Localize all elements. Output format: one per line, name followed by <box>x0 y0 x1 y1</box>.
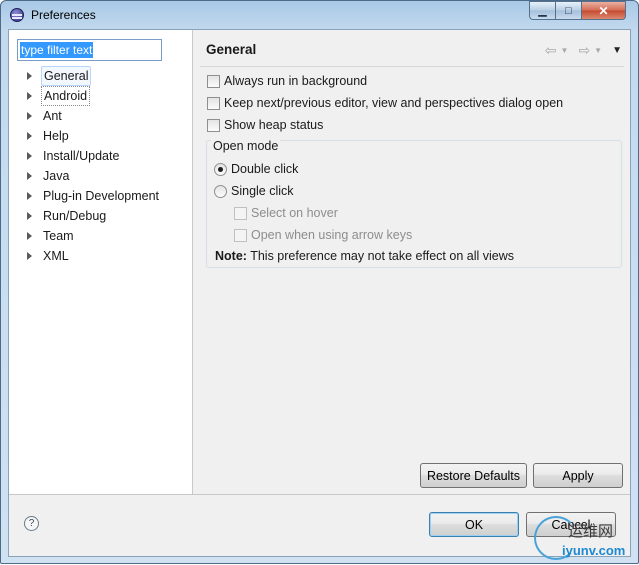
select-on-hover-checkbox[interactable] <box>234 206 247 220</box>
tree-item-run-debug[interactable]: Run/Debug <box>23 206 191 226</box>
button-bar-separator <box>9 494 630 495</box>
tree-item-android[interactable]: Android <box>23 86 191 106</box>
window-title: Preferences <box>31 8 96 22</box>
tree-item-label: Run/Debug <box>43 209 107 223</box>
open-mode-legend: Open mode <box>211 139 281 153</box>
forward-dropdown-icon[interactable]: ▼ <box>594 46 602 55</box>
tree-item-xml[interactable]: XML <box>23 246 191 266</box>
open-arrow-keys-option[interactable]: Open when using arrow keys <box>234 226 412 244</box>
page-title: General <box>206 42 257 57</box>
open-arrow-keys-checkbox[interactable] <box>234 228 247 242</box>
eclipse-app-icon <box>10 8 24 22</box>
title-bar[interactable]: Preferences ▁ □ ✕ <box>1 1 638 29</box>
watermark-chinese-text: 运维网 <box>568 522 614 540</box>
preference-page: General ⇦ ▼ ⇨ ▼ ▼ Always run in backgrou… <box>194 30 630 494</box>
expand-arrow-icon[interactable] <box>27 192 32 200</box>
dialog-client-area: type filter text General Android Ant Hel… <box>8 29 631 557</box>
back-dropdown-icon[interactable]: ▼ <box>561 46 569 55</box>
tree-item-help[interactable]: Help <box>23 126 191 146</box>
tree-item-ant[interactable]: Ant <box>23 106 191 126</box>
view-menu-icon[interactable]: ▼ <box>612 45 622 56</box>
keep-next-label: Keep next/previous editor, view and pers… <box>224 96 564 110</box>
title-separator <box>200 66 624 67</box>
tree-item-label: Team <box>43 229 74 243</box>
help-icon[interactable]: ? <box>24 516 39 531</box>
tree-item-general[interactable]: General <box>23 66 191 86</box>
filter-input-text: type filter text <box>20 42 94 58</box>
expand-arrow-icon[interactable] <box>27 152 32 160</box>
show-heap-label: Show heap status <box>224 118 324 132</box>
open-arrow-keys-label: Open when using arrow keys <box>251 228 413 242</box>
preference-tree: General Android Ant Help Install/Update <box>23 66 191 266</box>
note-label: Note: <box>215 249 247 263</box>
maximize-button[interactable]: □ <box>555 1 582 20</box>
select-on-hover-label: Select on hover <box>251 206 338 220</box>
page-navigation: ⇦ ▼ ⇨ ▼ ▼ <box>545 42 622 59</box>
expand-arrow-icon[interactable] <box>27 92 32 100</box>
back-arrow-icon[interactable]: ⇦ <box>545 42 557 59</box>
tree-item-label: Install/Update <box>43 149 120 163</box>
always-run-checkbox[interactable] <box>207 74 220 88</box>
tree-item-label: Ant <box>43 109 62 123</box>
single-click-option[interactable]: Single click <box>214 182 294 200</box>
expand-arrow-icon[interactable] <box>27 232 32 240</box>
expand-arrow-icon[interactable] <box>27 112 32 120</box>
ok-button[interactable]: OK <box>429 512 519 537</box>
tree-item-label: XML <box>43 249 69 263</box>
tree-item-java[interactable]: Java <box>23 166 191 186</box>
expand-arrow-icon[interactable] <box>27 72 32 80</box>
watermark-site-text: iyunv.com <box>562 543 626 558</box>
double-click-radio[interactable] <box>214 162 227 176</box>
single-click-radio[interactable] <box>214 184 227 198</box>
expand-arrow-icon[interactable] <box>27 132 32 140</box>
expand-arrow-icon[interactable] <box>27 212 32 220</box>
tree-item-plugin-development[interactable]: Plug-in Development <box>23 186 191 206</box>
expand-arrow-icon[interactable] <box>27 172 32 180</box>
preferences-window: Preferences ▁ □ ✕ type filter text Gener… <box>0 0 639 564</box>
keep-next-checkbox[interactable] <box>207 96 220 110</box>
tree-item-label: Android <box>41 86 91 106</box>
always-run-label: Always run in background <box>224 74 368 88</box>
tree-item-label: General <box>41 66 92 86</box>
forward-arrow-icon[interactable]: ⇨ <box>578 42 590 59</box>
minimize-button[interactable]: ▁ <box>529 1 556 20</box>
tree-item-team[interactable]: Team <box>23 226 191 246</box>
apply-button[interactable]: Apply <box>533 463 623 488</box>
tree-item-label: Java <box>43 169 70 183</box>
close-button[interactable]: ✕ <box>581 1 626 20</box>
note-text: This preference may not take effect on a… <box>246 249 514 263</box>
tree-item-label: Help <box>43 129 69 143</box>
show-heap-option[interactable]: Show heap status <box>207 116 323 134</box>
select-on-hover-option[interactable]: Select on hover <box>234 204 338 222</box>
preference-tree-panel: type filter text General Android Ant Hel… <box>9 30 193 494</box>
double-click-label: Double click <box>231 162 299 176</box>
show-heap-checkbox[interactable] <box>207 118 220 132</box>
always-run-option[interactable]: Always run in background <box>207 72 367 90</box>
filter-input[interactable]: type filter text <box>17 39 162 61</box>
single-click-label: Single click <box>231 184 294 198</box>
double-click-option[interactable]: Double click <box>214 160 298 178</box>
watermark-logo: 运维网 iyunv.com <box>530 514 639 565</box>
expand-arrow-icon[interactable] <box>27 252 32 260</box>
open-mode-note: Note: This preference may not take effec… <box>215 249 514 263</box>
tree-item-install-update[interactable]: Install/Update <box>23 146 191 166</box>
keep-next-option[interactable]: Keep next/previous editor, view and pers… <box>207 94 563 112</box>
restore-defaults-button[interactable]: Restore Defaults <box>420 463 527 488</box>
tree-item-label: Plug-in Development <box>43 189 160 203</box>
